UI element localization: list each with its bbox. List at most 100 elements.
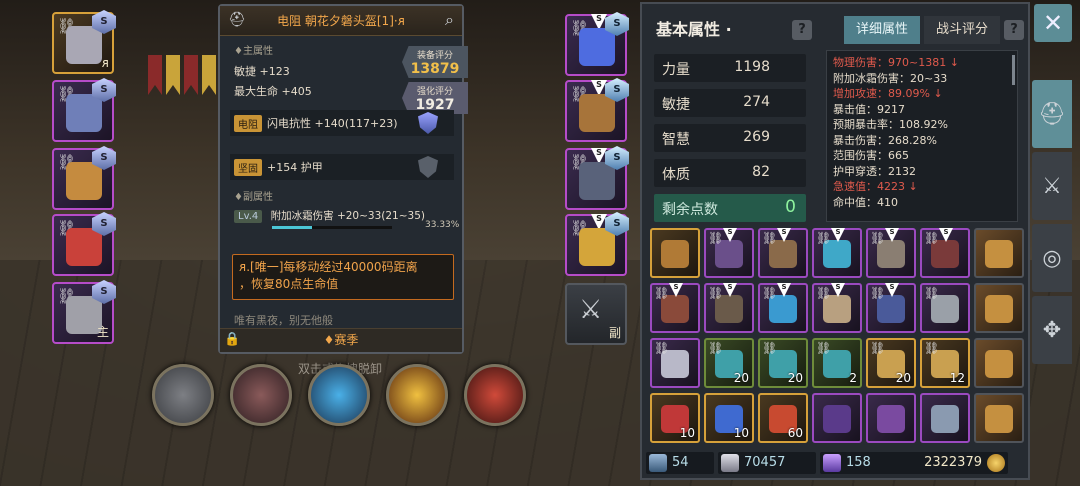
chain-link-icon: ⛓ xyxy=(762,286,778,300)
sub-attr-text: 附加冰霜伤害 +20~33(21~35) xyxy=(270,210,425,222)
inventory-bag-slot[interactable] xyxy=(974,228,1024,278)
inventory-item[interactable]: ⛓ S xyxy=(704,283,754,333)
skill-slot-sword[interactable] xyxy=(152,364,214,426)
item-count: 20 xyxy=(787,371,803,385)
detail-attribute-line: 护甲穿透：2132 xyxy=(833,164,916,178)
crystal-gold-counter: 158 2322379 xyxy=(820,452,1008,474)
resist-attr-row: 电阻 闪电抗性 +140(117+23) xyxy=(230,110,454,136)
inventory-item[interactable]: ⛓ S xyxy=(812,283,862,333)
shard-icon xyxy=(649,454,667,472)
help-icon[interactable]: ? xyxy=(1004,20,1024,40)
inventory-item[interactable] xyxy=(920,393,970,443)
equip-slot-helmet[interactable]: ⛓ Sᴙ xyxy=(52,10,116,74)
gold-value: 2322379 xyxy=(924,455,982,470)
item-count: 12 xyxy=(949,371,965,385)
detail-scrollbar[interactable] xyxy=(1012,55,1015,85)
inventory-item[interactable]: ⛓ xyxy=(650,338,700,388)
crossed-swords-icon: ⚔ xyxy=(1042,173,1062,199)
inventory-item[interactable]: ⛓ S xyxy=(758,228,808,278)
helmet-icon: ⛑ xyxy=(1038,101,1066,127)
inventory-item[interactable]: ⛓ 20 xyxy=(704,338,754,388)
item-icon xyxy=(931,405,959,433)
equip-slot-amulet[interactable]: ⛓ S xyxy=(52,212,116,276)
side-tab-equipment[interactable]: ⛑ xyxy=(1032,80,1072,148)
chain-link-icon: ⛓ xyxy=(708,286,724,300)
inventory-item[interactable]: ⛓ 20 xyxy=(866,338,916,388)
slot-tag: ᴙ xyxy=(101,56,109,70)
inventory-item[interactable] xyxy=(650,228,700,278)
equip-slot-gloves[interactable]: ⛓ S xyxy=(52,146,116,210)
detail-attribute-line: 暴击值：9217 xyxy=(833,102,905,116)
attribute-panel: 基本属性 · ? 详细属性 战斗评分 ? 力量 1198 敏捷 274 智慧 2… xyxy=(640,2,1030,480)
item-icon xyxy=(985,405,1013,433)
equip-slot-boots[interactable]: ⛓ S S xyxy=(565,146,629,210)
item-icon xyxy=(985,240,1013,268)
attr-value: 274 xyxy=(743,94,770,110)
equip-slot-belt[interactable]: ⛓ S S xyxy=(565,78,629,142)
side-tab-compass[interactable]: ✥ xyxy=(1032,296,1072,364)
item-count: 2 xyxy=(849,371,857,385)
close-button[interactable]: ✕ xyxy=(1034,4,1072,42)
attr-value: 269 xyxy=(743,129,770,145)
sub-level-tag: Lv.4 xyxy=(234,210,263,223)
inspect-magnifier-icon[interactable]: ⌕ xyxy=(445,10,454,30)
inventory-item[interactable]: ⛓ S xyxy=(704,228,754,278)
equip-slot-weapon[interactable]: ⛓ S 主 xyxy=(52,280,116,344)
tab-detail-attributes[interactable]: 详细属性 xyxy=(844,16,920,44)
side-tab-skills[interactable]: ⚔ xyxy=(1032,152,1072,220)
offhand-slot[interactable]: ⚔ 副 xyxy=(565,283,627,345)
inventory-item[interactable]: ⛓ xyxy=(920,283,970,333)
inventory-item[interactable]: ⛓ S xyxy=(866,228,916,278)
equip-score-badge: 装备评分 13879 xyxy=(402,46,468,78)
skill-slot-fire[interactable] xyxy=(464,364,526,426)
inventory-item[interactable]: ⛓ S xyxy=(866,283,916,333)
gold-coin-icon xyxy=(987,454,1005,472)
season-footer: 🔒 ♦赛季 xyxy=(220,328,462,352)
detail-attribute-line: 暴击伤害：268.28% xyxy=(833,133,937,147)
sub-attr-section: ♦副属性 xyxy=(234,192,273,203)
inventory-item[interactable]: ⛓ S xyxy=(758,283,808,333)
inventory-bag-slot[interactable] xyxy=(974,283,1024,333)
tab-battle-score[interactable]: 战斗评分 xyxy=(924,16,1000,44)
enhance-score-label: 强化评分 xyxy=(416,87,453,97)
sword-icon: ⚔ xyxy=(579,295,603,325)
inventory-bag-slot[interactable] xyxy=(974,338,1024,388)
chain-link-icon: ⛓ xyxy=(816,341,832,355)
inventory-item[interactable]: ⛓ S xyxy=(812,228,862,278)
inventory-item[interactable]: ⛓ 2 xyxy=(812,338,862,388)
detail-attribute-line: 急速值：4223 ↓ xyxy=(833,180,918,193)
gem-shield-icon xyxy=(418,112,438,134)
shard-value: 54 xyxy=(672,455,689,470)
lock-icon[interactable]: 🔒 xyxy=(224,329,240,351)
inventory-item[interactable]: ⛓ S xyxy=(650,283,700,333)
inventory-bag-slot[interactable] xyxy=(974,393,1024,443)
inventory-item[interactable] xyxy=(866,393,916,443)
inventory-item[interactable]: ⛓ S xyxy=(920,228,970,278)
remaining-value: 0 xyxy=(785,197,796,217)
skill-slot-whirl[interactable] xyxy=(308,364,370,426)
side-tab-target[interactable]: ◎ xyxy=(1032,224,1072,292)
inventory-item[interactable]: 10 xyxy=(704,393,754,443)
skill-slot-slash[interactable] xyxy=(386,364,448,426)
panel-title: 基本属性 · xyxy=(656,20,732,39)
detail-attribute-line: 命中值：410 xyxy=(833,195,898,209)
item-count: 10 xyxy=(733,426,749,440)
remaining-points: 剩余点数 0 xyxy=(654,194,806,222)
equip-slot-bracer[interactable]: ⛓ S S xyxy=(565,12,629,76)
help-icon[interactable]: ? xyxy=(792,20,812,40)
equip-slot-chest[interactable]: ⛓ S xyxy=(52,78,116,142)
chain-link-icon: ⛓ xyxy=(924,286,940,300)
skill-slot-beast[interactable] xyxy=(230,364,292,426)
detail-attributes-list[interactable]: 物理伤害：970~1381 ↓ 附加冰霜伤害：20~33 增加攻速：89.09% ↓… xyxy=(826,50,1018,222)
inventory-item[interactable] xyxy=(812,393,862,443)
inventory-item[interactable]: 60 xyxy=(758,393,808,443)
inventory-item[interactable]: ⛓ 20 xyxy=(758,338,808,388)
item-count: 10 xyxy=(679,426,695,440)
equip-slot-ring[interactable]: ⛓ S S xyxy=(565,212,629,276)
inventory-item[interactable]: ⛓ 12 xyxy=(920,338,970,388)
item-count: 20 xyxy=(895,371,911,385)
inventory-item[interactable]: 10 xyxy=(650,393,700,443)
sub-attr-line: Lv.4 附加冰霜伤害 +20~33(21~35) xyxy=(234,208,425,223)
item-icon xyxy=(985,295,1013,323)
resist-text: 闪电抗性 +140(117+23) xyxy=(267,117,398,130)
